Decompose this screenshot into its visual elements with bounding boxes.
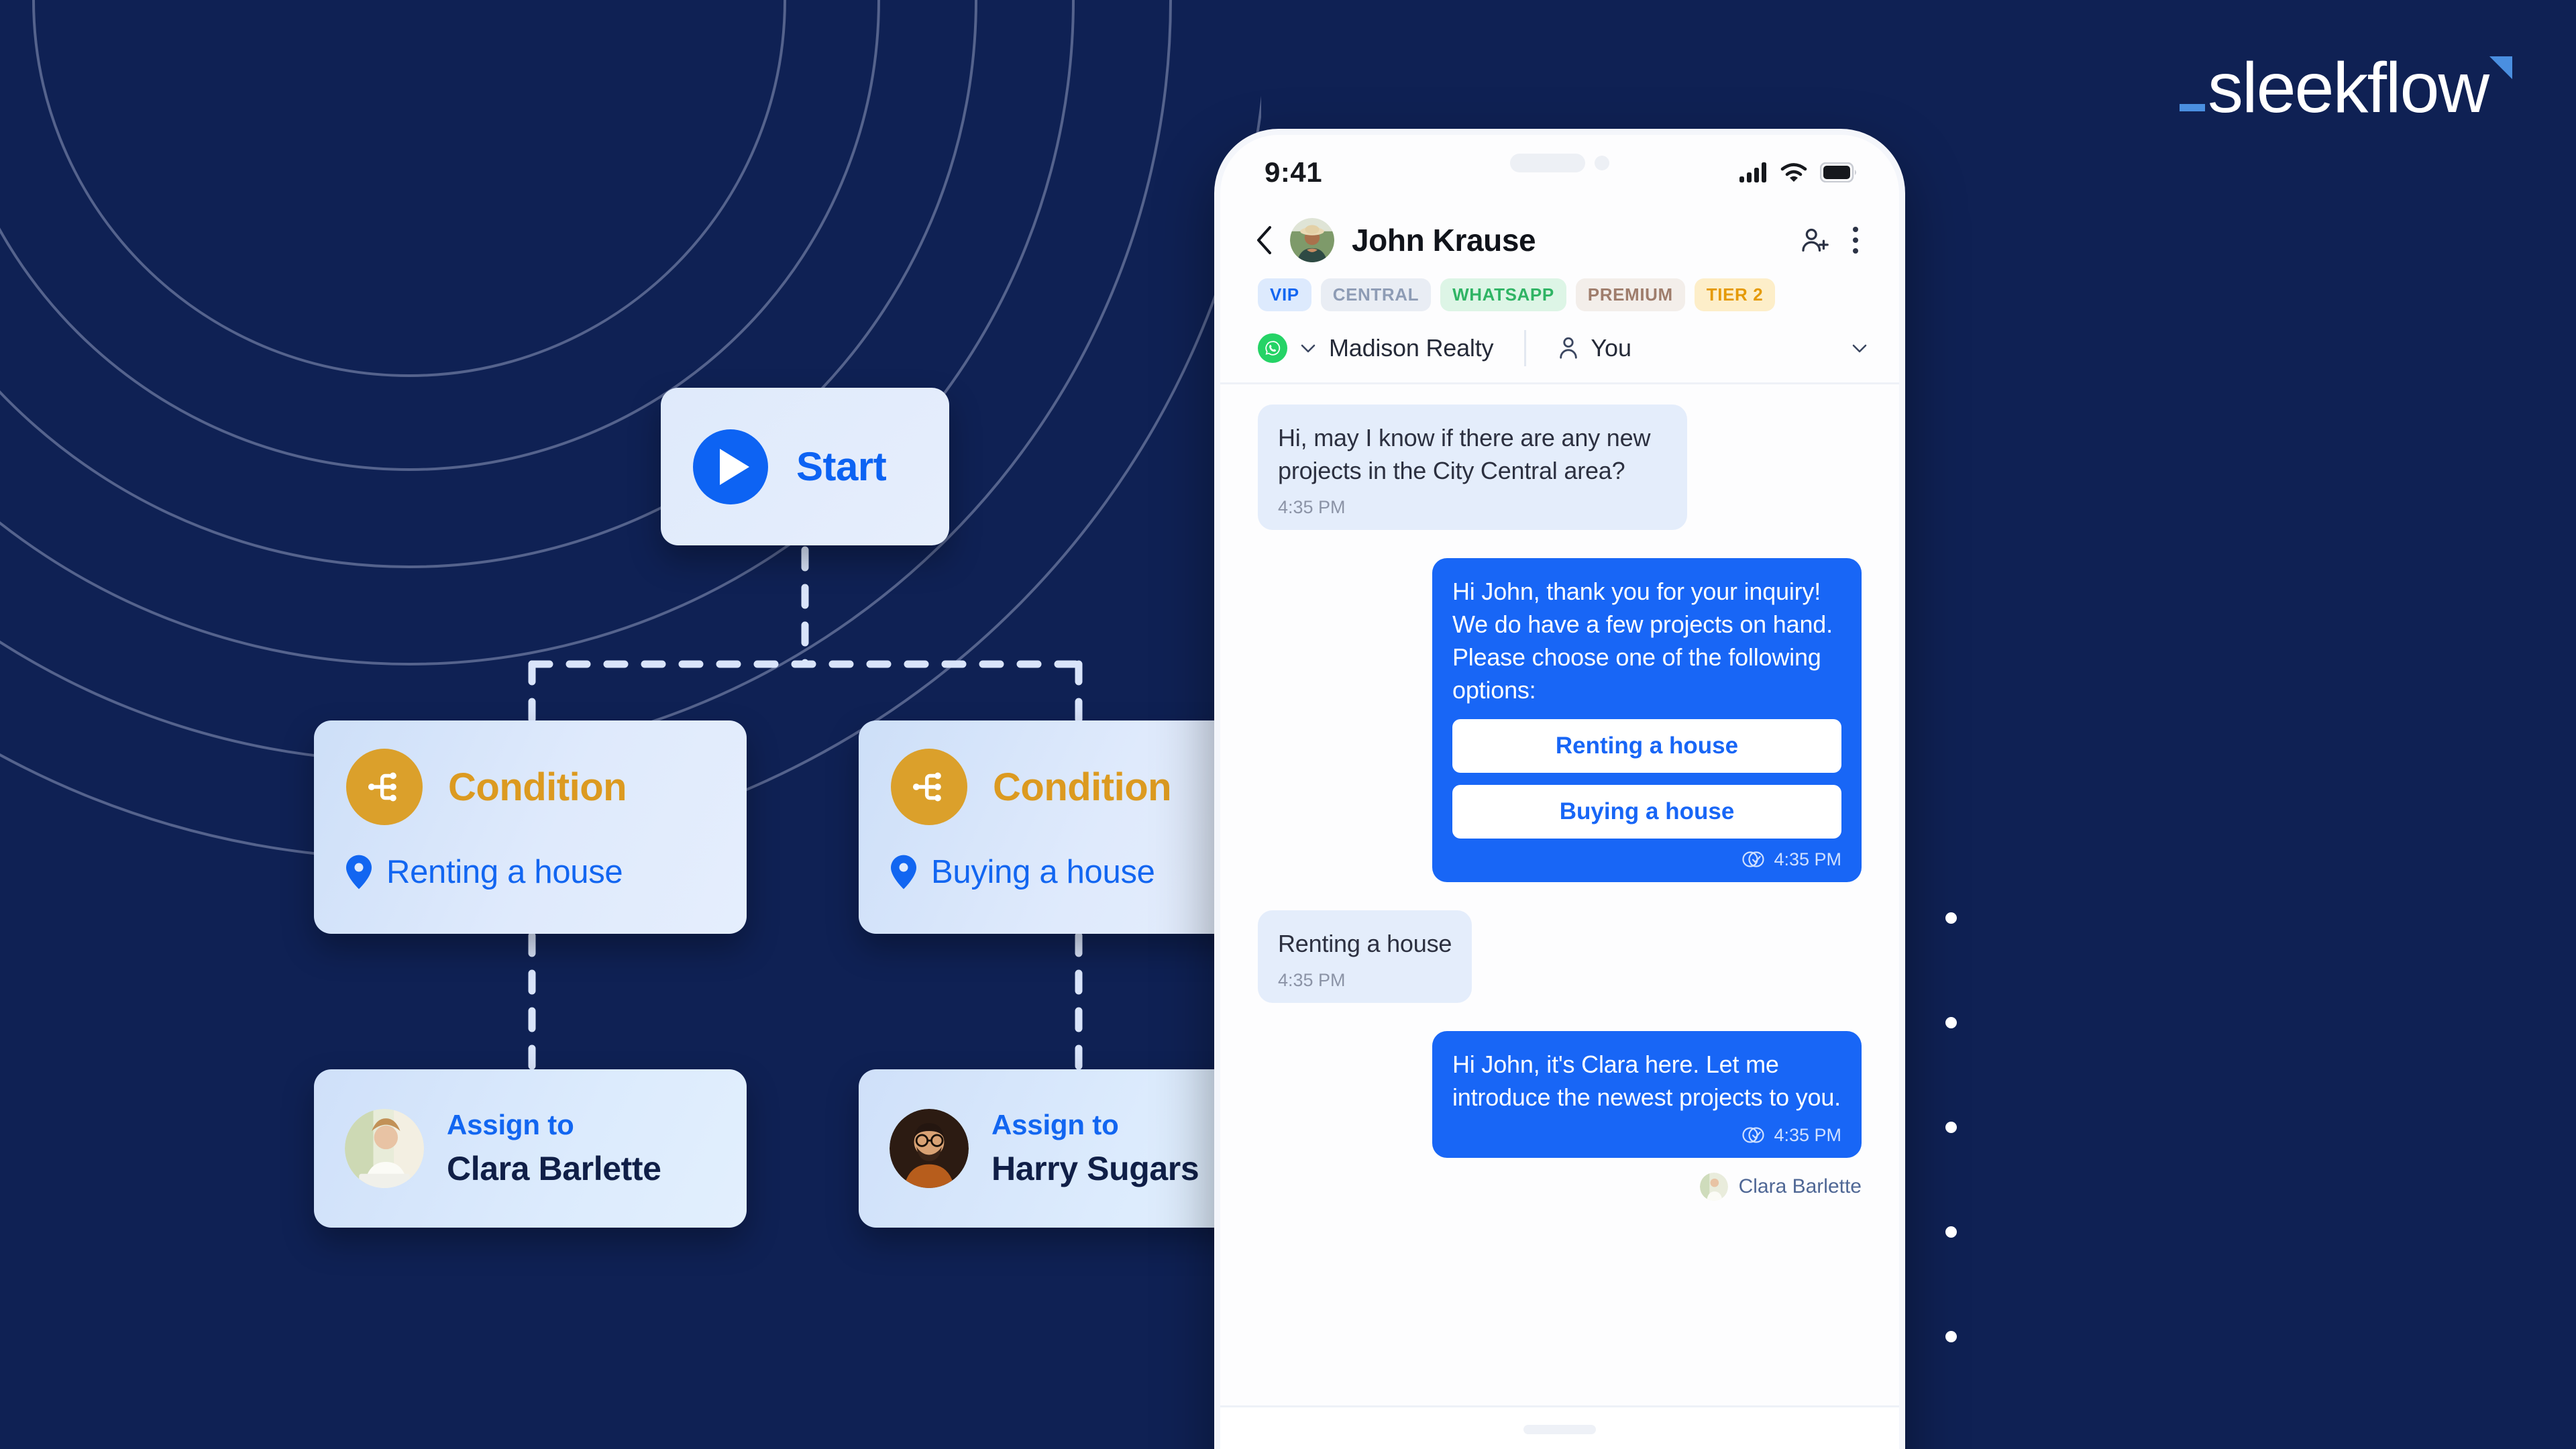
message-text: Hi John, thank you for your inquiry! We … — [1452, 577, 1833, 704]
message-timestamp: 4:35 PM — [1774, 849, 1841, 869]
add-person-icon[interactable] — [1800, 225, 1831, 256]
flow-node-assign-label: Assign to — [991, 1109, 1119, 1140]
message-timestamp: 4:35 PM — [1278, 496, 1346, 517]
location-pin-icon — [346, 855, 372, 890]
logo-wordmark: sleekflow — [2208, 48, 2489, 127]
channel-name[interactable]: Madison Realty — [1329, 334, 1494, 362]
chevron-down-icon[interactable] — [1301, 344, 1316, 353]
decorative-dot — [1945, 1226, 1957, 1238]
flow-node-condition-value: Buying a house — [931, 854, 1155, 890]
message-text: Renting a house — [1278, 929, 1452, 957]
status-bar-clock: 9:41 — [1265, 156, 1323, 188]
decorative-dot — [1945, 912, 1957, 924]
back-chevron-icon[interactable] — [1255, 225, 1273, 255]
decorative-dot — [1945, 1017, 1957, 1028]
channel-selector-row: Madison Realty You — [1220, 311, 1899, 384]
logo-underscore-mark — [2180, 104, 2206, 111]
tag-premium[interactable]: PREMIUM — [1575, 278, 1685, 311]
avatar — [345, 1109, 424, 1188]
message-bubble-incoming: Hi, may I know if there are any new proj… — [1258, 405, 1687, 530]
message-list: Hi, may I know if there are any new proj… — [1220, 384, 1899, 1201]
flow-node-assign-name: Harry Sugars — [991, 1150, 1199, 1187]
flow-node-condition-renting[interactable]: Condition Renting a house — [314, 720, 747, 934]
status-bar: 9:41 — [1220, 135, 1899, 210]
quick-reply-option-buying[interactable]: Buying a house — [1452, 784, 1841, 839]
tag-whatsapp[interactable]: WHATSAPP — [1440, 278, 1566, 311]
tag-vip[interactable]: VIP — [1258, 278, 1311, 311]
drag-handle[interactable] — [1523, 1425, 1596, 1434]
avatar — [1699, 1172, 1728, 1201]
avatar[interactable] — [1290, 218, 1334, 262]
contact-tag-list: VIP CENTRAL WHATSAPP PREMIUM TIER 2 — [1220, 262, 1899, 311]
double-check-icon — [1742, 1127, 1765, 1143]
play-icon — [693, 429, 768, 504]
decorative-dot-column — [1945, 912, 1957, 1436]
tag-tier2[interactable]: TIER 2 — [1694, 278, 1776, 311]
flow-node-start-label: Start — [796, 444, 887, 489]
phone-power-button[interactable] — [1900, 407, 1905, 520]
decorative-dot — [1945, 1122, 1957, 1133]
message-text: Hi John, it's Clara here. Let me introdu… — [1452, 1050, 1841, 1111]
location-pin-icon — [891, 855, 916, 890]
message-bubble-incoming: Renting a house 4:35 PM — [1258, 910, 1472, 1003]
phone-volume-down-button[interactable] — [1214, 485, 1220, 564]
logo-flag-icon — [2489, 56, 2512, 79]
message-bubble-outgoing: Hi John, it's Clara here. Let me introdu… — [1432, 1030, 1862, 1158]
double-check-icon — [1742, 851, 1765, 867]
automation-flowchart: Start Condition Renting a house Conditio… — [0, 0, 1291, 1449]
message-bubble-outgoing: Hi John, thank you for your inquiry! We … — [1432, 557, 1862, 882]
quick-reply-option-renting[interactable]: Renting a house — [1452, 718, 1841, 773]
divider — [1524, 330, 1527, 366]
phone-volume-up-button[interactable] — [1214, 380, 1220, 460]
flow-node-start[interactable]: Start — [661, 388, 949, 545]
battery-full-icon — [1820, 162, 1856, 182]
decorative-dot — [1945, 1331, 1957, 1342]
contact-name: John Krause — [1352, 223, 1536, 258]
more-vertical-icon[interactable] — [1851, 225, 1860, 256]
message-composer: Reply Schedule Internal note Type '/' to… — [1220, 1405, 1899, 1449]
flow-node-condition-title: Condition — [993, 765, 1172, 809]
flow-node-assign-name: Clara Barlette — [447, 1150, 661, 1187]
message-timestamp: 4:35 PM — [1774, 1124, 1841, 1145]
avatar — [890, 1109, 969, 1188]
cellular-signal-icon — [1739, 162, 1766, 182]
flow-node-condition-title: Condition — [448, 765, 627, 809]
branch-icon — [891, 749, 967, 825]
message-text: Hi, may I know if there are any new proj… — [1278, 424, 1651, 484]
flow-node-assign-label: Assign to — [447, 1109, 574, 1140]
flow-node-condition-value: Renting a house — [386, 854, 623, 890]
whatsapp-icon — [1258, 333, 1287, 363]
sleekflow-logo: sleekflow — [2180, 52, 2512, 123]
phone-silent-switch[interactable] — [1214, 289, 1220, 331]
assignee-name: You — [1591, 334, 1632, 362]
branch-icon — [346, 749, 423, 825]
dynamic-island — [1510, 154, 1609, 172]
person-icon — [1560, 337, 1578, 359]
flow-node-assign-clara[interactable]: Assign to Clara Barlette — [314, 1069, 747, 1228]
wifi-icon — [1780, 163, 1807, 182]
chevron-down-icon[interactable] — [1852, 344, 1867, 353]
phone-mockup: 9:41 John Krause VIP CENTRAL WHATSAPP PR… — [1214, 129, 1905, 1449]
message-timestamp: 4:35 PM — [1278, 969, 1346, 990]
assignee-selector[interactable]: You — [1557, 334, 1631, 362]
message-sender-name: Clara Barlette — [1738, 1175, 1862, 1197]
chat-header: John Krause — [1220, 210, 1899, 262]
message-sender: Clara Barlette — [1258, 1172, 1862, 1201]
tag-central[interactable]: CENTRAL — [1320, 278, 1432, 311]
